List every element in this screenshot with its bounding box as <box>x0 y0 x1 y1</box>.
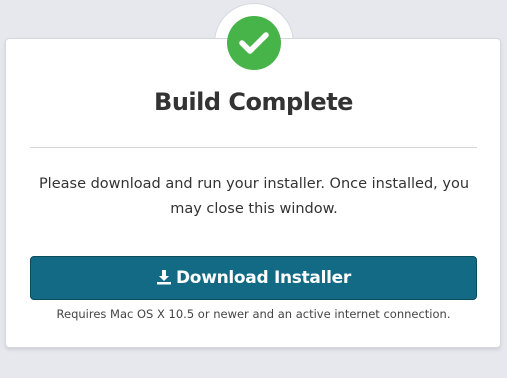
requirements-text: Requires Mac OS X 10.5 or newer and an a… <box>56 307 451 321</box>
divider <box>30 147 477 148</box>
download-icon <box>156 269 172 285</box>
check-icon <box>227 16 281 70</box>
download-installer-button[interactable]: Download Installer <box>30 256 477 300</box>
instructions-text: Please download and run your installer. … <box>38 176 470 217</box>
download-button-label: Download Installer <box>176 268 351 288</box>
page-title: Build Complete <box>154 88 353 116</box>
